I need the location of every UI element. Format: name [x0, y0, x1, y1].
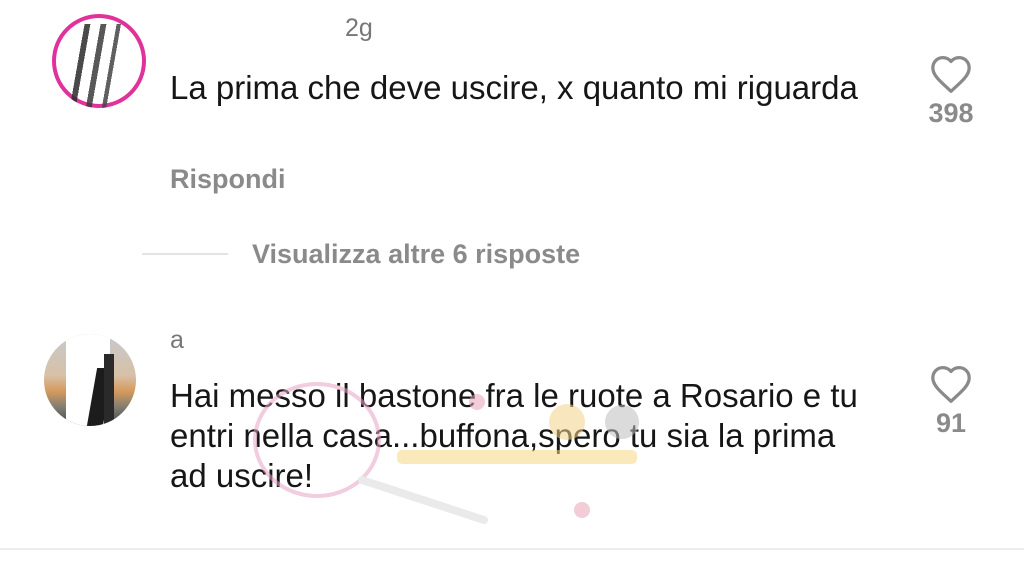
- comment-text: La prima che deve uscire, x quanto mi ri…: [170, 69, 858, 106]
- heart-outline-icon: [931, 366, 971, 403]
- comment-text: Hai messo il bastone fra le ruote a Rosa…: [170, 377, 858, 494]
- bottom-divider: [0, 548, 1024, 550]
- view-more-label: Visualizza altre 6 risposte: [252, 238, 581, 269]
- like-button[interactable]: 398: [911, 54, 991, 129]
- reply-button[interactable]: Rispondi: [170, 164, 286, 195]
- view-more-replies[interactable]: Visualizza altre 6 risposte: [142, 236, 580, 272]
- heart-outline-icon: [931, 56, 971, 93]
- avatar-image-detail: [104, 354, 114, 424]
- comment-age: 2g: [344, 14, 373, 42]
- like-count: 91: [935, 408, 967, 438]
- username[interactable]: a: [170, 326, 184, 354]
- like-button[interactable]: 91: [911, 364, 991, 439]
- avatar[interactable]: [44, 334, 136, 426]
- like-count: 398: [928, 98, 974, 128]
- comment-header: 2g: [170, 14, 373, 44]
- divider-line: [142, 253, 228, 255]
- avatar-image: [70, 24, 128, 108]
- avatar[interactable]: [52, 14, 146, 108]
- comment-header: a: [170, 326, 184, 360]
